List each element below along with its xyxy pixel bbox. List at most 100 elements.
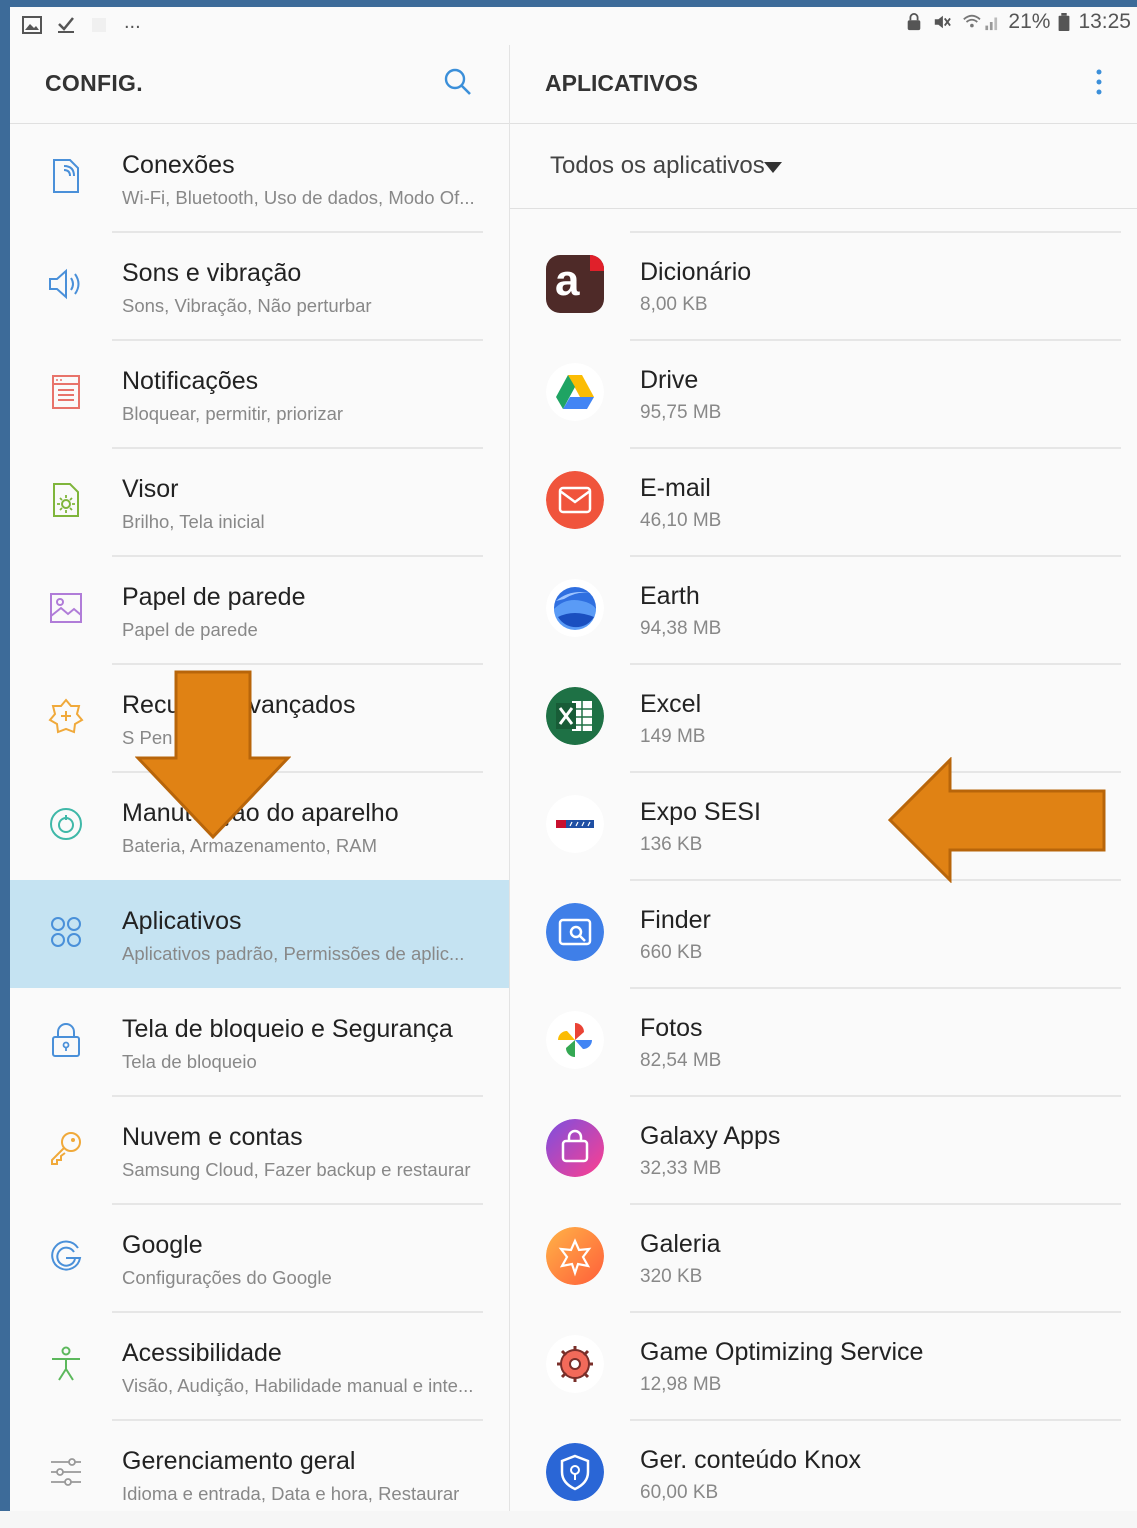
setting-subtitle: Wi-Fi, Bluetooth, Uso de dados, Modo Of.… xyxy=(122,187,475,208)
filter-label: Todos os aplicativos xyxy=(550,152,765,179)
app-name: Fotos xyxy=(640,1014,703,1042)
app-size: 136 KB xyxy=(640,834,703,855)
app-size: 320 KB xyxy=(640,1266,703,1287)
dictionary-corner-mark xyxy=(590,255,604,271)
app-size: 8,00 KB xyxy=(640,294,708,315)
app-row-earth[interactable]: Earth 94,38 MB xyxy=(510,555,1137,663)
app-size: 32,33 MB xyxy=(640,1158,722,1179)
setting-accessibility[interactable]: Acessibilidade Visão, Audição, Habilidad… xyxy=(10,1312,509,1421)
dictionary-logo-letter: a xyxy=(555,256,580,305)
divider xyxy=(630,1095,1121,1097)
more-options-icon[interactable] xyxy=(1091,67,1107,97)
divider xyxy=(630,339,1121,341)
app-row-dictionary[interactable]: a Dicionário 8,00 KB xyxy=(510,231,1137,339)
app-name: Drive xyxy=(640,366,699,394)
app-name: Game Optimizing Service xyxy=(640,1338,924,1366)
dictionary-icon: a xyxy=(546,255,604,313)
email-icon xyxy=(546,471,604,529)
setting-subtitle: Samsung Cloud, Fazer backup e restaurar xyxy=(122,1159,471,1180)
setting-google[interactable]: Google Configurações do Google xyxy=(10,1204,509,1313)
advanced-features-icon xyxy=(48,698,84,734)
divider xyxy=(630,1419,1121,1421)
key-icon xyxy=(51,1132,81,1165)
app-name: Finder xyxy=(640,906,711,934)
app-name: Expo SESI xyxy=(640,798,761,826)
app-size: 94,38 MB xyxy=(640,618,722,639)
app-row-finder[interactable]: Finder 660 KB xyxy=(510,879,1137,987)
blank-notification-icon xyxy=(92,17,106,32)
setting-apps[interactable]: Aplicativos Aplicativos padrão, Permissõ… xyxy=(10,880,509,988)
setting-subtitle: Visão, Audição, Habilidade manual e inte… xyxy=(122,1375,474,1396)
device-maintenance-icon xyxy=(50,808,82,840)
app-size: 12,98 MB xyxy=(640,1374,722,1395)
app-size: 46,10 MB xyxy=(640,510,722,531)
search-icon[interactable] xyxy=(443,67,473,97)
setting-cloud-accounts[interactable]: Nuvem e contas Samsung Cloud, Fazer back… xyxy=(10,1096,509,1205)
battery-percent: 21% xyxy=(1008,10,1051,33)
setting-title: Papel de parede xyxy=(122,583,306,611)
app-row-email[interactable]: E-mail 46,10 MB xyxy=(510,447,1137,555)
setting-connections[interactable]: Conexões Wi-Fi, Bluetooth, Uso de dados,… xyxy=(10,124,509,233)
game-optimizing-icon xyxy=(546,1335,604,1393)
app-size: 660 KB xyxy=(640,942,703,963)
setting-lock-screen-security[interactable]: Tela de bloqueio e Segurança Tela de blo… xyxy=(10,988,509,1097)
setting-subtitle: Papel de parede xyxy=(122,619,258,640)
expo-sesi-icon xyxy=(546,795,604,853)
drive-icon xyxy=(546,363,604,421)
app-row-gallery[interactable]: Galeria 320 KB xyxy=(510,1203,1137,1311)
setting-display[interactable]: Visor Brilho, Tela inicial xyxy=(10,448,509,557)
sound-icon xyxy=(49,268,80,300)
app-size: 60,00 KB xyxy=(640,1482,719,1503)
app-row-game-optimizing[interactable]: Game Optimizing Service 12,98 MB xyxy=(510,1311,1137,1419)
app-size: 149 MB xyxy=(640,726,706,747)
setting-notifications[interactable]: Notificações Bloquear, permitir, prioriz… xyxy=(10,340,509,449)
setting-subtitle: Aplicativos padrão, Permissões de aplic.… xyxy=(122,943,465,964)
app-name: Galaxy Apps xyxy=(640,1122,781,1150)
settings-header: CONFIG. xyxy=(10,45,509,124)
setting-subtitle: Sons, Vibração, Não perturbar xyxy=(122,295,372,316)
notifications-icon xyxy=(52,375,80,409)
divider xyxy=(630,231,1121,233)
app-name: Ger. conteúdo Knox xyxy=(640,1446,861,1474)
setting-subtitle: Bloquear, permitir, priorizar xyxy=(122,403,344,424)
setting-general-management[interactable]: Gerenciamento geral Idioma e entrada, Da… xyxy=(10,1420,509,1528)
setting-wallpaper[interactable]: Papel de parede Papel de parede xyxy=(10,556,509,665)
divider xyxy=(630,987,1121,989)
setting-subtitle: Configurações do Google xyxy=(122,1267,332,1288)
photos-icon xyxy=(546,1011,604,1069)
setting-sounds[interactable]: Sons e vibração Sons, Vibração, Não pert… xyxy=(10,232,509,341)
apps-filter-dropdown[interactable]: Todos os aplicativos xyxy=(510,124,1137,209)
gallery-icon xyxy=(546,1227,604,1285)
annotation-arrow-down-icon xyxy=(135,670,291,840)
clock: 13:25 xyxy=(1078,10,1131,33)
divider xyxy=(630,447,1121,449)
finder-icon xyxy=(546,903,604,961)
setting-title: Nuvem e contas xyxy=(122,1123,303,1151)
app-size: 95,75 MB xyxy=(640,402,722,423)
setting-title: Conexões xyxy=(122,151,235,179)
divider xyxy=(630,555,1121,557)
google-icon xyxy=(51,1240,82,1271)
wallpaper-icon xyxy=(50,593,82,623)
chevron-down-icon xyxy=(764,162,782,173)
settings-title: CONFIG. xyxy=(45,70,143,96)
app-row-drive[interactable]: Drive 95,75 MB xyxy=(510,339,1137,447)
accessibility-icon xyxy=(52,1346,80,1381)
image-notification-icon xyxy=(22,15,42,34)
display-icon xyxy=(53,483,79,517)
setting-title: Gerenciamento geral xyxy=(122,1447,356,1475)
apps-title: APLICATIVOS xyxy=(545,70,698,96)
setting-title: Aplicativos xyxy=(122,907,242,935)
app-row-photos[interactable]: Fotos 82,54 MB xyxy=(510,987,1137,1095)
apps-header: APLICATIVOS xyxy=(510,45,1137,124)
app-row-excel[interactable]: Excel 149 MB xyxy=(510,663,1137,771)
apps-icon xyxy=(51,917,81,947)
window-frame-top xyxy=(0,0,1137,7)
app-row-galaxy-apps[interactable]: Galaxy Apps 32,33 MB xyxy=(510,1095,1137,1203)
earth-icon xyxy=(546,579,604,637)
setting-title: Visor xyxy=(122,475,179,503)
setting-subtitle: Idioma e entrada, Data e hora, Restaurar xyxy=(122,1483,460,1504)
lock-status-icon xyxy=(908,13,921,31)
setting-title: Sons e vibração xyxy=(122,259,302,287)
status-bar: ... 21% 13:25 xyxy=(10,7,1137,45)
